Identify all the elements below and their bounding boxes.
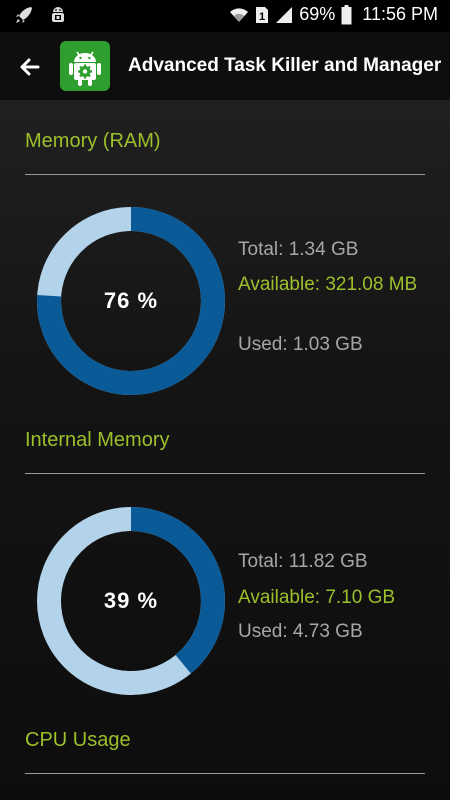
section-title-ram: Memory (RAM): [25, 130, 161, 152]
divider: [25, 473, 425, 474]
back-button[interactable]: [12, 49, 48, 85]
status-time: 11:56 PM: [362, 4, 438, 24]
signal-icon: [275, 6, 293, 24]
section-title-internal: Internal Memory: [25, 429, 170, 451]
internal-used: Used: 4.73 GB: [238, 621, 363, 642]
ram-donut-chart: 76 %: [37, 207, 225, 395]
ram-percent-label: 76 %: [103, 288, 159, 313]
android-debug-icon: [48, 5, 68, 25]
ram-available: Available: 321.08 MB: [238, 274, 418, 295]
app-icon: [60, 41, 110, 91]
ram-used: Used: 1.03 GB: [238, 334, 363, 355]
internal-percent-label: 39 %: [103, 588, 159, 613]
ram-total: Total: 1.34 GB: [238, 239, 359, 260]
internal-total: Total: 11.82 GB: [238, 551, 368, 572]
internal-available: Available: 7.10 GB: [238, 587, 396, 608]
battery-percent: 69%: [299, 4, 336, 24]
svg-text:1: 1: [259, 11, 265, 23]
status-bar: 1 69% 11:56 PM: [0, 0, 450, 32]
app-title: Advanced Task Killer and Manager: [128, 55, 442, 76]
android-gear-icon: [69, 51, 101, 86]
main-content: Memory (RAM) 76 % Total: 1.34 GB Availab…: [0, 100, 450, 800]
rocket-icon: [14, 5, 34, 25]
section-title-cpu: CPU Usage: [25, 729, 131, 751]
arrow-left-icon: [20, 58, 40, 76]
divider: [25, 773, 425, 774]
wifi-icon: [229, 6, 249, 24]
divider: [25, 174, 425, 175]
battery-icon: [341, 4, 352, 25]
internal-donut-chart: 39 %: [37, 507, 225, 695]
sim-icon: 1: [255, 6, 269, 24]
app-bar: Advanced Task Killer and Manager: [0, 32, 450, 100]
